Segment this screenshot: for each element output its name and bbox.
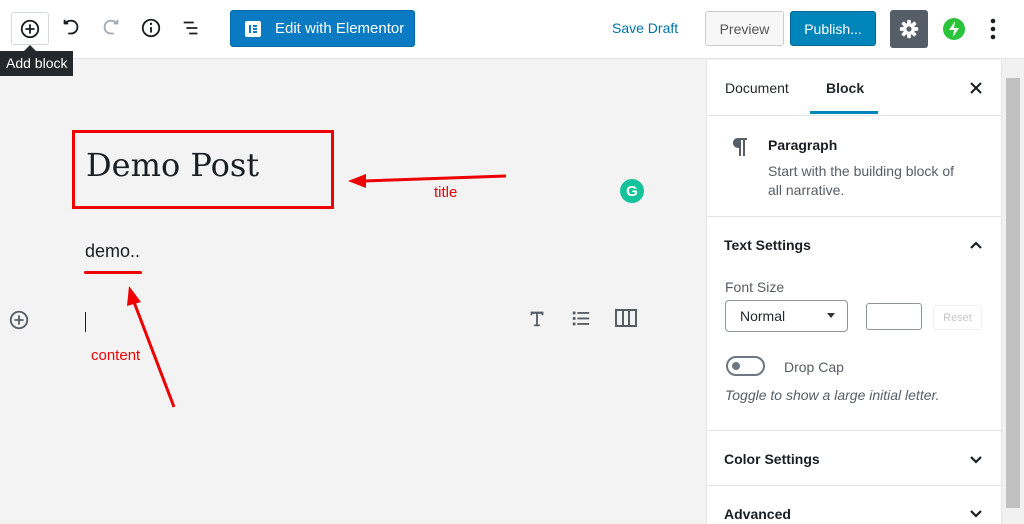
lightning-bolt-icon xyxy=(943,18,965,40)
toggle-knob xyxy=(732,362,740,370)
more-vertical-icon xyxy=(990,18,996,40)
close-icon xyxy=(970,82,982,94)
text-settings-toggle[interactable]: Text Settings xyxy=(724,237,811,253)
undo-button[interactable] xyxy=(58,15,84,41)
text-settings-collapse-button[interactable] xyxy=(966,235,986,255)
close-sidebar-button[interactable] xyxy=(966,78,986,98)
title-annotation-arrow xyxy=(348,174,507,188)
content-structure-button[interactable] xyxy=(138,15,164,41)
advanced-expand-button[interactable] xyxy=(966,504,986,524)
redo-button[interactable] xyxy=(98,15,124,41)
block-name: Paragraph xyxy=(768,137,838,153)
tab-block[interactable]: Block xyxy=(826,80,864,96)
paragraph-underline xyxy=(84,271,142,274)
block-card-divider xyxy=(707,216,1001,217)
color-settings-toggle[interactable]: Color Settings xyxy=(724,451,820,467)
font-size-select[interactable]: Normal xyxy=(725,300,848,332)
post-title[interactable]: Demo Post xyxy=(86,146,259,184)
list-icon xyxy=(572,311,590,326)
edit-with-elementor-button[interactable]: Edit with Elementor xyxy=(230,10,415,47)
active-tab-indicator xyxy=(810,111,878,114)
block-description-line1: Start with the building block of xyxy=(768,163,954,179)
settings-button[interactable] xyxy=(890,10,928,48)
content-annotation-label: content xyxy=(91,347,141,364)
font-size-value: Normal xyxy=(740,308,786,324)
grammarly-icon[interactable]: G xyxy=(620,179,644,203)
more-options-button[interactable] xyxy=(981,15,1005,43)
text-settings-divider xyxy=(707,430,1001,431)
undo-icon xyxy=(63,19,79,35)
drop-cap-label: Drop Cap xyxy=(784,359,844,375)
save-draft-link[interactable]: Save Draft xyxy=(612,20,678,36)
block-description-line2: all narrative. xyxy=(768,182,845,198)
chevron-up-icon xyxy=(970,241,982,249)
insert-heading-button[interactable] xyxy=(526,307,550,331)
redo-icon xyxy=(103,19,119,35)
drop-cap-toggle[interactable] xyxy=(726,356,765,376)
chevron-down-icon xyxy=(970,456,982,464)
paragraph-icon xyxy=(733,138,747,156)
font-size-label: Font Size xyxy=(725,279,785,295)
elementor-button-label: Edit with Elementor xyxy=(275,20,405,37)
insert-columns-button[interactable] xyxy=(614,307,638,331)
tab-document[interactable]: Document xyxy=(725,80,789,96)
tabs-divider xyxy=(707,115,1001,116)
chevron-down-icon xyxy=(970,510,982,518)
content-annotation-arrow xyxy=(127,286,176,408)
add-block-tooltip: Add block xyxy=(0,45,74,76)
gear-icon xyxy=(899,19,919,39)
editor-header: Edit with Elementor Save Draft Preview P… xyxy=(0,0,1024,59)
elementor-logo-icon xyxy=(245,20,261,37)
sidebar-scrollbar[interactable] xyxy=(1001,60,1024,524)
plus-circle-icon xyxy=(20,19,40,38)
jetpack-button[interactable] xyxy=(941,16,967,42)
preview-button[interactable]: Preview xyxy=(705,11,784,46)
font-size-reset-button[interactable]: Reset xyxy=(933,305,982,330)
columns-icon xyxy=(615,309,637,327)
scrollbar-thumb[interactable] xyxy=(1006,78,1020,508)
custom-font-size-input[interactable] xyxy=(866,303,922,330)
text-cursor xyxy=(85,312,86,332)
add-block-button[interactable] xyxy=(11,12,49,45)
plus-circle-icon xyxy=(9,310,29,330)
title-annotation-label: title xyxy=(434,184,458,201)
insert-list-button[interactable] xyxy=(570,307,594,331)
block-navigation-button[interactable] xyxy=(178,15,204,41)
color-settings-divider xyxy=(707,485,1001,486)
paragraph-block[interactable]: demo.. xyxy=(85,241,140,262)
heading-icon xyxy=(530,311,544,327)
publish-button[interactable]: Publish... xyxy=(790,11,876,46)
advanced-toggle[interactable]: Advanced xyxy=(724,506,791,522)
info-icon xyxy=(141,18,161,38)
list-view-icon xyxy=(183,21,198,35)
color-settings-expand-button[interactable] xyxy=(966,450,986,470)
caret-down-icon xyxy=(827,313,835,318)
inline-inserter-button[interactable] xyxy=(8,309,30,331)
drop-cap-help: Toggle to show a large initial letter. xyxy=(725,387,940,403)
